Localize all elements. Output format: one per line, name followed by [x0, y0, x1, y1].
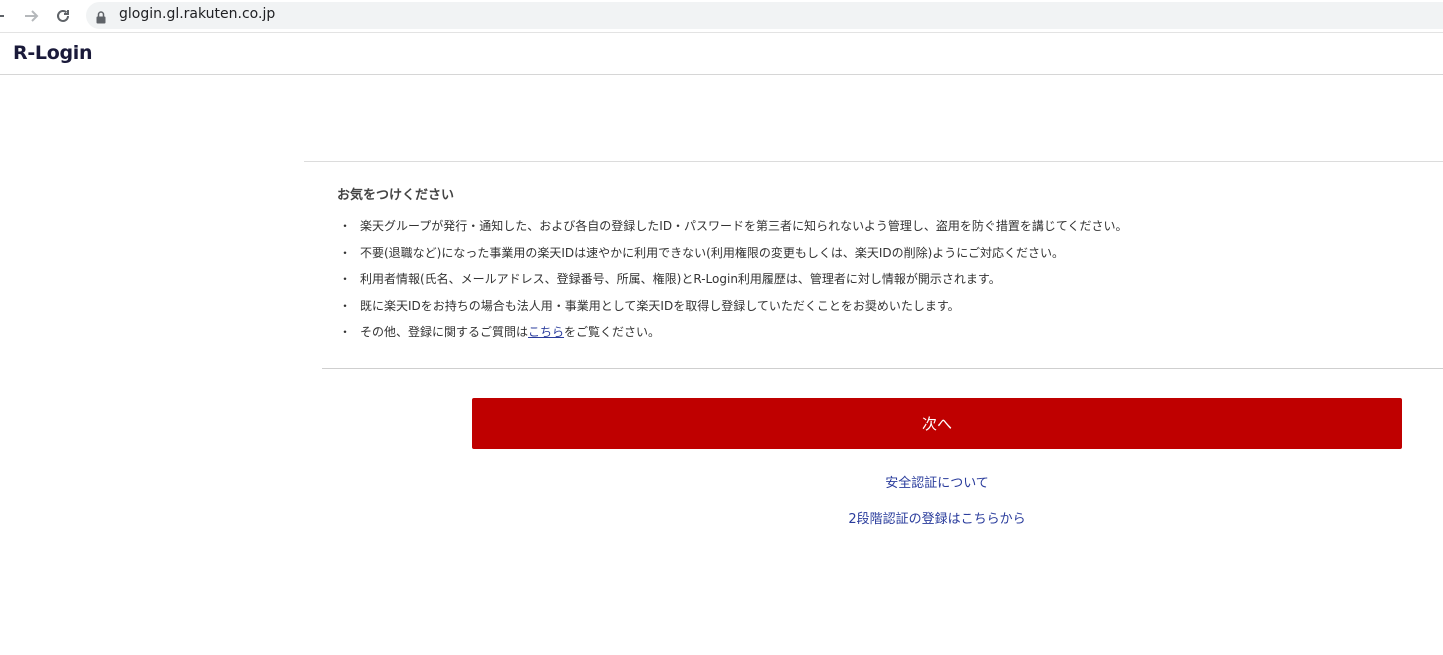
- notice-item-text: 楽天グループが発行・通知した、および各自の登録したID・パスワードを第三者に知ら…: [360, 219, 1128, 233]
- bullet: ・: [339, 245, 352, 260]
- notice-item-text: 利用者情報(氏名、メールアドレス、登録番号、所属、権限)とR-Login利用履歴…: [360, 272, 1001, 287]
- url-text: glogin.gl.rakuten.co.jp: [119, 6, 276, 22]
- bullet: ・: [339, 325, 352, 340]
- address-bar[interactable]: glogin.gl.rakuten.co.jp: [86, 2, 1443, 29]
- browser-toolbar: glogin.gl.rakuten.co.jp: [0, 0, 1443, 33]
- notice-title: お気をつけください: [337, 188, 455, 203]
- security-info-link[interactable]: 安全認証について: [472, 472, 1402, 491]
- notice-item-text-after: をご覧ください。: [564, 325, 661, 340]
- bullet: ・: [339, 219, 352, 233]
- notice-item-text: 不要(退職など)になった事業用の楽天IDは速やかに利用できない(利用権限の変更も…: [360, 245, 1065, 260]
- reload-icon[interactable]: [51, 4, 75, 28]
- caution-notice: お気をつけください ・ 楽天グループが発行・通知した、および各自の登録したID・…: [304, 161, 1443, 370]
- r-login-logo[interactable]: R-Login: [13, 42, 93, 64]
- bullet: ・: [339, 272, 352, 287]
- next-button[interactable]: 次へ: [472, 398, 1402, 449]
- notice-item-text: 既に楽天IDをお持ちの場合も法人用・事業用として楽天IDを取得し登録していただく…: [360, 298, 960, 313]
- back-arrow-icon[interactable]: [0, 4, 10, 28]
- bullet: ・: [339, 298, 352, 313]
- notice-item-text: その他、登録に関するご質問はこちらをご覧ください。: [360, 324, 660, 340]
- app-header: R-Login: [0, 33, 1443, 75]
- divider: [322, 368, 1443, 369]
- lock-icon: [96, 9, 106, 28]
- two-factor-registration-link[interactable]: 2段階認証の登録はこちらから: [472, 508, 1402, 527]
- faq-link[interactable]: こちら: [528, 325, 564, 339]
- forward-arrow-icon[interactable]: [19, 4, 43, 28]
- notice-item-text-before: その他、登録に関するご質問は: [360, 325, 529, 340]
